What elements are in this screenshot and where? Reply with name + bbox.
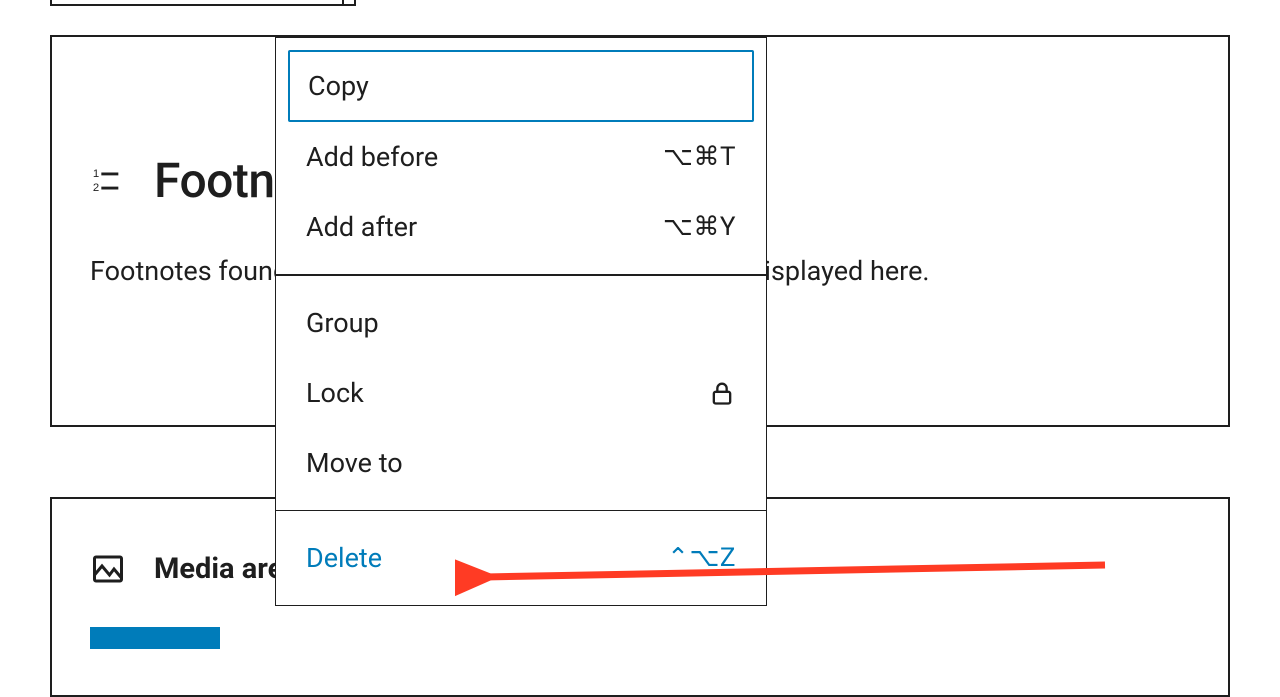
menu-group-2: Group Lock Move to xyxy=(276,276,766,510)
image-icon xyxy=(90,551,126,587)
menu-item-label: Group xyxy=(306,307,379,339)
menu-item-shortcut: ⌃⌥Z xyxy=(667,543,736,573)
menu-group-3: Delete ⌃⌥Z xyxy=(276,511,766,605)
menu-item-shortcut: ⌥⌘T xyxy=(663,142,736,172)
menu-item-label: Add before xyxy=(306,141,438,173)
menu-item-add-before[interactable]: Add before ⌥⌘T xyxy=(288,122,754,192)
block-toolbar-remnant xyxy=(50,0,356,6)
menu-item-add-after[interactable]: Add after ⌥⌘Y xyxy=(288,192,754,262)
menu-item-label: Copy xyxy=(308,70,369,102)
footnotes-icon: 1 2 xyxy=(90,164,124,198)
menu-item-label: Delete xyxy=(306,542,382,574)
menu-item-move-to[interactable]: Move to xyxy=(288,428,754,498)
menu-item-label: Lock xyxy=(306,377,364,409)
menu-item-lock[interactable]: Lock xyxy=(288,358,754,428)
menu-group-1: Copy Add before ⌥⌘T Add after ⌥⌘Y xyxy=(276,38,766,274)
menu-item-delete[interactable]: Delete ⌃⌥Z xyxy=(288,523,754,593)
menu-item-copy[interactable]: Copy xyxy=(288,50,754,122)
menu-item-label: Move to xyxy=(306,447,403,479)
media-upload-button[interactable] xyxy=(90,627,220,649)
block-options-menu: Copy Add before ⌥⌘T Add after ⌥⌘Y Group … xyxy=(275,37,767,606)
toolbar-divider xyxy=(342,0,344,6)
svg-text:2: 2 xyxy=(93,181,99,193)
lock-icon xyxy=(708,379,736,407)
menu-item-shortcut: ⌥⌘Y xyxy=(663,212,736,242)
svg-text:1: 1 xyxy=(93,167,99,179)
menu-item-group[interactable]: Group xyxy=(288,288,754,358)
menu-item-label: Add after xyxy=(306,211,417,243)
